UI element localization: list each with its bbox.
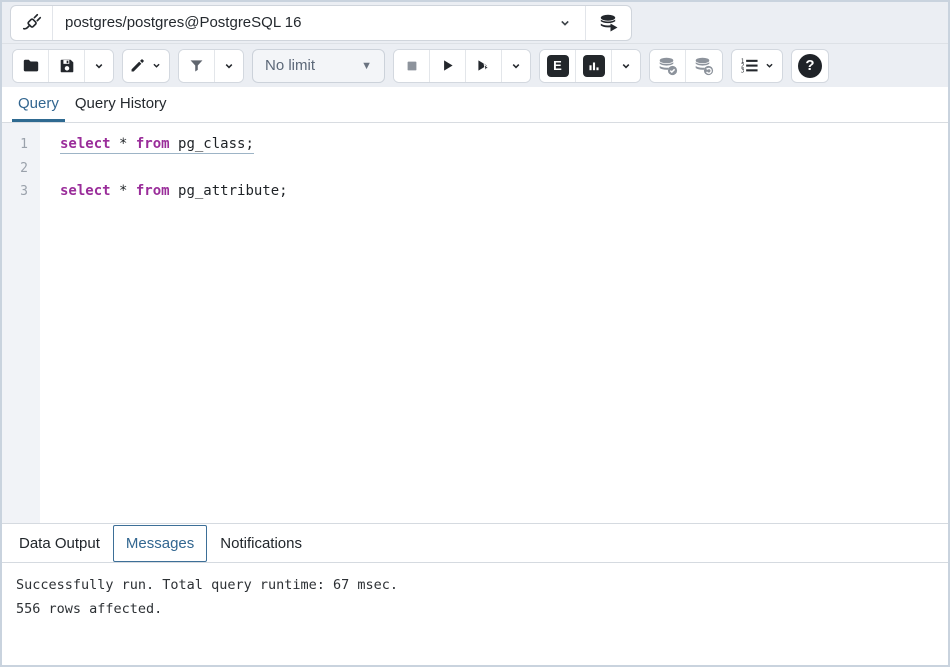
stop-button[interactable] (394, 50, 430, 82)
header: postgres/postgres@PostgreSQL 16 (2, 2, 948, 87)
question-icon: ? (798, 54, 822, 78)
messages-panel: Successfully run. Total query runtime: 6… (2, 563, 948, 665)
chevron-down-icon (92, 59, 106, 73)
main-tabbar: Query Query History (2, 87, 948, 123)
explain-group: E (539, 49, 641, 83)
transaction-group (649, 49, 723, 83)
bar-chart-icon (583, 55, 605, 77)
tab-query-history[interactable]: Query History (69, 87, 173, 122)
help-group: ? (791, 49, 829, 83)
line-number: 3 (2, 180, 40, 204)
code-line-3: select * from pg_attribute; (60, 180, 948, 204)
line-number: 2 (2, 157, 40, 181)
explain-button[interactable]: E (540, 50, 576, 82)
save-options-chevron[interactable] (85, 50, 113, 82)
execute-button[interactable] (430, 50, 466, 82)
result-tabbar: Data Output Messages Notifications (2, 523, 948, 563)
chevron-down-icon (150, 59, 163, 72)
explain-badge: E (547, 55, 569, 77)
open-file-button[interactable] (13, 50, 49, 82)
save-button[interactable] (49, 50, 85, 82)
plug-icon (11, 6, 53, 40)
connection-value: postgres/postgres@PostgreSQL 16 (65, 14, 557, 31)
explain-options-chevron[interactable] (612, 50, 640, 82)
line-number-gutter: 1 2 3 (2, 123, 40, 523)
execute-to-cursor-button[interactable] (466, 50, 502, 82)
help-button[interactable]: ? (792, 50, 828, 82)
svg-text:3: 3 (741, 68, 744, 74)
filter-options-chevron[interactable] (215, 50, 243, 82)
filter-group (178, 49, 244, 83)
sql-editor[interactable]: 1 2 3 select * from pg_class; select * f… (2, 123, 948, 523)
connection-box: postgres/postgres@PostgreSQL 16 (10, 5, 632, 41)
execute-group (393, 49, 531, 83)
macros-button[interactable]: 1 2 3 (732, 50, 782, 82)
code-area[interactable]: select * from pg_class; select * from pg… (40, 123, 948, 523)
database-check-icon (657, 55, 679, 77)
row-limit-value: No limit (265, 57, 361, 74)
chevron-down-icon (557, 15, 573, 31)
commit-button[interactable] (650, 50, 686, 82)
edit-group (122, 49, 170, 83)
filter-button[interactable] (179, 50, 215, 82)
message-line: 556 rows affected. (16, 597, 934, 621)
database-undo-icon (693, 55, 715, 77)
edit-menu-button[interactable] (123, 50, 169, 82)
folder-icon (22, 57, 40, 75)
play-icon (439, 57, 456, 74)
database-arrow-icon (598, 12, 620, 34)
connection-row: postgres/postgres@PostgreSQL 16 (2, 2, 948, 44)
tab-notifications[interactable]: Notifications (207, 525, 315, 562)
chevron-down-icon (509, 59, 523, 73)
query-tool-window: postgres/postgres@PostgreSQL 16 (0, 0, 950, 667)
tab-data-output[interactable]: Data Output (6, 525, 113, 562)
caret-down-icon: ▼ (361, 60, 372, 72)
funnel-icon (188, 57, 205, 74)
message-line: Successfully run. Total query runtime: 6… (16, 573, 934, 597)
code-line-1: select * from pg_class; (60, 133, 948, 157)
rollback-button[interactable] (686, 50, 722, 82)
line-number: 1 (2, 133, 40, 157)
toolbar: No limit ▼ (2, 44, 948, 87)
new-connection-button[interactable] (585, 6, 631, 40)
chevron-down-icon (763, 59, 776, 72)
ordered-list-icon: 1 2 3 (738, 56, 760, 75)
code-line-2 (60, 157, 948, 181)
connection-select[interactable]: postgres/postgres@PostgreSQL 16 (53, 6, 585, 40)
row-limit-select[interactable]: No limit ▼ (252, 49, 385, 83)
chevron-down-icon (619, 59, 633, 73)
macros-group: 1 2 3 (731, 49, 783, 83)
statement: select * from pg_attribute; (60, 183, 288, 199)
floppy-icon (58, 57, 76, 75)
explain-analyze-button[interactable] (576, 50, 612, 82)
execute-options-chevron[interactable] (502, 50, 530, 82)
tab-query[interactable]: Query (12, 87, 65, 122)
play-cursor-icon (475, 57, 492, 74)
stop-icon (404, 58, 420, 74)
executed-statement: select * from pg_class; (60, 136, 254, 154)
tab-messages[interactable]: Messages (113, 525, 207, 562)
pencil-icon (129, 57, 146, 74)
file-group (12, 49, 114, 83)
chevron-down-icon (222, 59, 236, 73)
